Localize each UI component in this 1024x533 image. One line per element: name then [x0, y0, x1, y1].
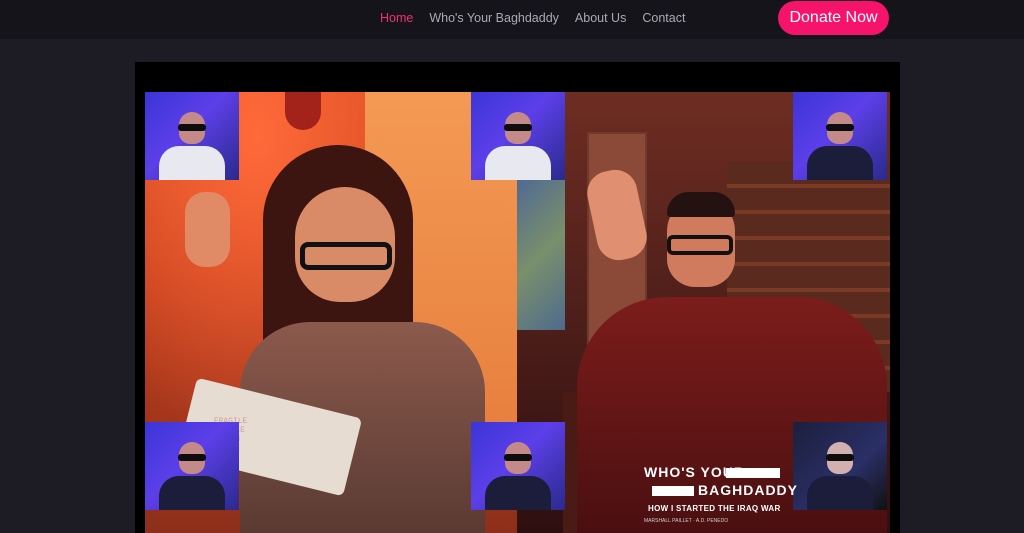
nav-link-whos-your-baghdaddy[interactable]: Who's Your Baghdaddy — [429, 11, 559, 25]
video-still[interactable]: FRAGILE HANDLE WITH CARE — [145, 92, 890, 533]
man-hair — [667, 192, 735, 217]
ceiling-lamp — [285, 92, 321, 130]
top-navigation-bar: Home Who's Your Baghdaddy About Us Conta… — [0, 0, 1024, 39]
film-title-logo: WHO'S YOUR BAGHDADDY HOW I STARTED THE I… — [642, 460, 797, 530]
wall-map — [517, 180, 565, 330]
participant-tile — [145, 422, 239, 510]
logo-redaction-bar — [652, 486, 694, 496]
raised-hand — [185, 192, 230, 267]
sunglasses — [826, 124, 854, 131]
sunglasses — [178, 454, 206, 461]
sunglasses — [826, 454, 854, 461]
participant-tile — [145, 92, 239, 180]
participant-body — [807, 146, 873, 180]
main-nav: Home Who's Your Baghdaddy About Us Conta… — [380, 11, 685, 25]
nav-link-home[interactable]: Home — [380, 11, 413, 25]
participant-tile — [793, 422, 887, 510]
sunglasses — [504, 454, 532, 461]
sunglasses — [504, 124, 532, 131]
participant-tile — [471, 92, 565, 180]
logo-tagline: HOW I STARTED THE IRAQ WAR — [648, 504, 781, 513]
logo-line-2: BAGHDADDY — [698, 482, 798, 498]
logo-credits: MARSHALL PAILLET · A.D. PENEDO — [644, 518, 729, 524]
sunglasses — [178, 124, 206, 131]
nav-link-about-us[interactable]: About Us — [575, 11, 626, 25]
participant-body — [159, 146, 225, 180]
nav-link-contact[interactable]: Contact — [642, 11, 685, 25]
participant-body — [485, 476, 551, 510]
logo-redaction-bar — [726, 468, 780, 478]
participant-body — [485, 146, 551, 180]
participant-tile — [793, 92, 887, 180]
video-player[interactable]: FRAGILE HANDLE WITH CARE — [135, 62, 900, 533]
participant-body — [807, 476, 873, 510]
participant-tile — [471, 422, 565, 510]
glasses — [667, 235, 733, 255]
donate-now-button[interactable]: Donate Now — [778, 1, 889, 35]
participant-body — [159, 476, 225, 510]
glasses — [300, 242, 392, 270]
